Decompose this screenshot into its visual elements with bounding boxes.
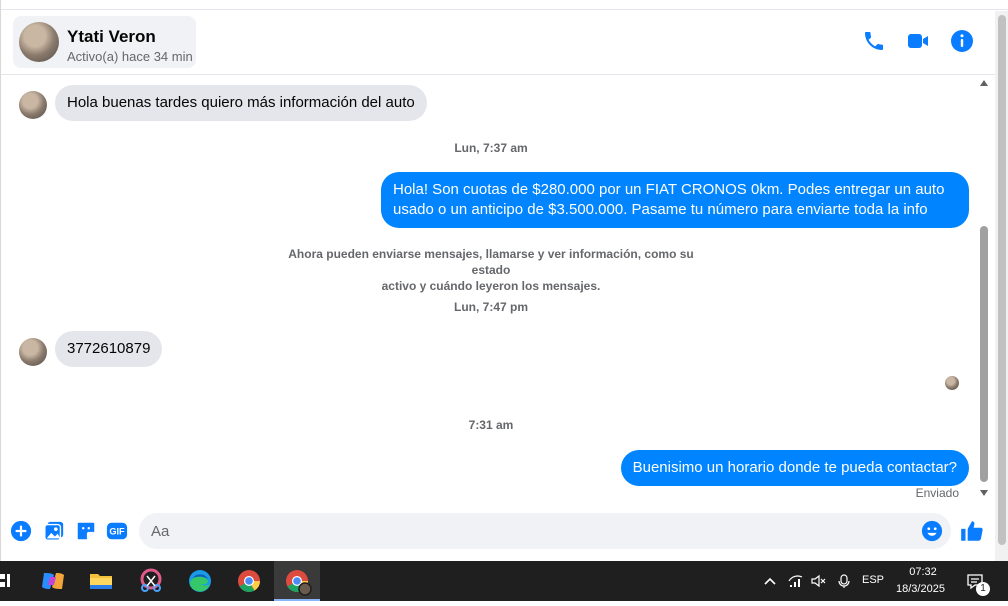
chat-scrollbar[interactable] <box>977 76 991 504</box>
phone-icon[interactable] <box>862 29 886 53</box>
timestamp: 7:31 am <box>468 418 514 432</box>
language-indicator[interactable]: ESP <box>862 574 884 586</box>
scroll-thumb[interactable] <box>980 226 988 482</box>
video-camera-icon[interactable] <box>906 29 930 53</box>
file-explorer-icon[interactable] <box>78 561 124 601</box>
message-incoming[interactable]: Hola buenas tardes quiero más informació… <box>55 85 427 121</box>
contact-avatar-small[interactable] <box>19 91 47 119</box>
contact-avatar[interactable] <box>19 22 59 62</box>
svg-text:GIF: GIF <box>109 527 125 537</box>
timestamp: Lun, 7:47 pm <box>453 300 528 314</box>
scroll-up-arrow-icon[interactable] <box>980 80 988 86</box>
sticker-icon[interactable] <box>75 520 97 542</box>
composer: GIF <box>1 506 995 558</box>
plus-circle-icon[interactable] <box>10 520 32 542</box>
chevron-up-icon[interactable] <box>762 573 778 589</box>
contact-name[interactable]: Ytati Veron <box>67 27 156 47</box>
chrome-icon[interactable] <box>226 561 272 601</box>
contact-card[interactable]: Ytati Veron Activo(a) hace 34 min <box>13 16 196 68</box>
speaker-muted-icon[interactable] <box>810 573 826 589</box>
scroll-down-arrow-icon[interactable] <box>980 490 988 496</box>
message-input[interactable] <box>139 513 951 549</box>
message-list: Hola buenas tardes quiero más informació… <box>1 76 977 504</box>
emoji-icon[interactable] <box>921 520 943 542</box>
taskbar: ESP 07:32 18/3/2025 1 <box>0 561 1008 601</box>
clock-date[interactable]: 18/3/2025 <box>896 583 945 595</box>
message-status: Enviado <box>915 486 959 500</box>
message-line: usado o un anticipo de $3.500.000. Pasam… <box>393 201 928 218</box>
message-line: Hola! Son cuotas de $280.000 por un FIAT… <box>393 181 945 198</box>
notification-count-badge: 1 <box>976 582 990 596</box>
snipping-tool-icon[interactable] <box>128 561 174 601</box>
message-outgoing[interactable]: Hola! Son cuotas de $280.000 por un FIAT… <box>381 172 969 228</box>
seen-avatar-indicator <box>945 376 959 390</box>
message-incoming[interactable]: 3772610879 <box>55 331 163 367</box>
messenger-window: Ytati Veron Activo(a) hace 34 min Hola b… <box>0 0 1008 561</box>
thumbs-up-icon[interactable] <box>959 518 985 544</box>
page-scrollbar[interactable] <box>995 11 1008 561</box>
chrome-profile-taskbar-item[interactable] <box>274 561 320 601</box>
copilot-icon[interactable] <box>30 561 76 601</box>
edge-icon[interactable] <box>177 561 223 601</box>
clock-time[interactable]: 07:32 <box>908 566 938 578</box>
message-outgoing[interactable]: Buenisimo un horario donde te pueda cont… <box>620 450 969 486</box>
page-scroll-thumb[interactable] <box>998 15 1006 545</box>
network-icon[interactable] <box>788 573 804 589</box>
photo-icon[interactable] <box>43 520 65 542</box>
info-icon[interactable] <box>950 29 974 53</box>
microphone-in-use-icon[interactable] <box>836 573 852 589</box>
contact-status: Activo(a) hace 34 min <box>67 49 193 64</box>
notice-line: activo y cuándo leyeron los mensajes. <box>381 279 601 293</box>
timestamp: Lun, 7:37 am <box>454 141 528 155</box>
conversation-header: Ytati Veron Activo(a) hace 34 min <box>1 11 995 75</box>
chrome-profile-icon <box>286 570 312 596</box>
contact-avatar-small[interactable] <box>19 338 47 366</box>
task-view-icon[interactable] <box>0 561 32 601</box>
notice-line: Ahora pueden enviarse mensajes, llamarse… <box>288 247 694 277</box>
permissions-notice: Ahora pueden enviarse mensajes, llamarse… <box>271 246 711 294</box>
gif-icon[interactable]: GIF <box>106 520 128 542</box>
window-top-strip <box>1 0 1008 10</box>
